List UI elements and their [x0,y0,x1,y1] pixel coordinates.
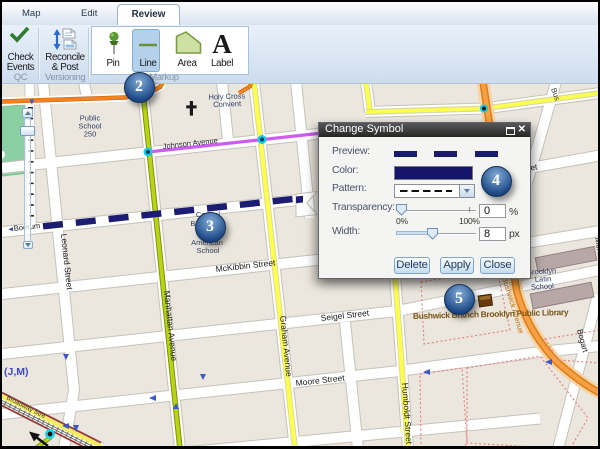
svg-text:250: 250 [84,130,97,139]
svg-text:(J,M): (J,M) [4,366,29,378]
svg-text:School: School [531,281,555,291]
svg-text:School: School [197,246,220,255]
svg-text:A: A [212,29,232,59]
svg-text:Convent: Convent [213,99,242,109]
